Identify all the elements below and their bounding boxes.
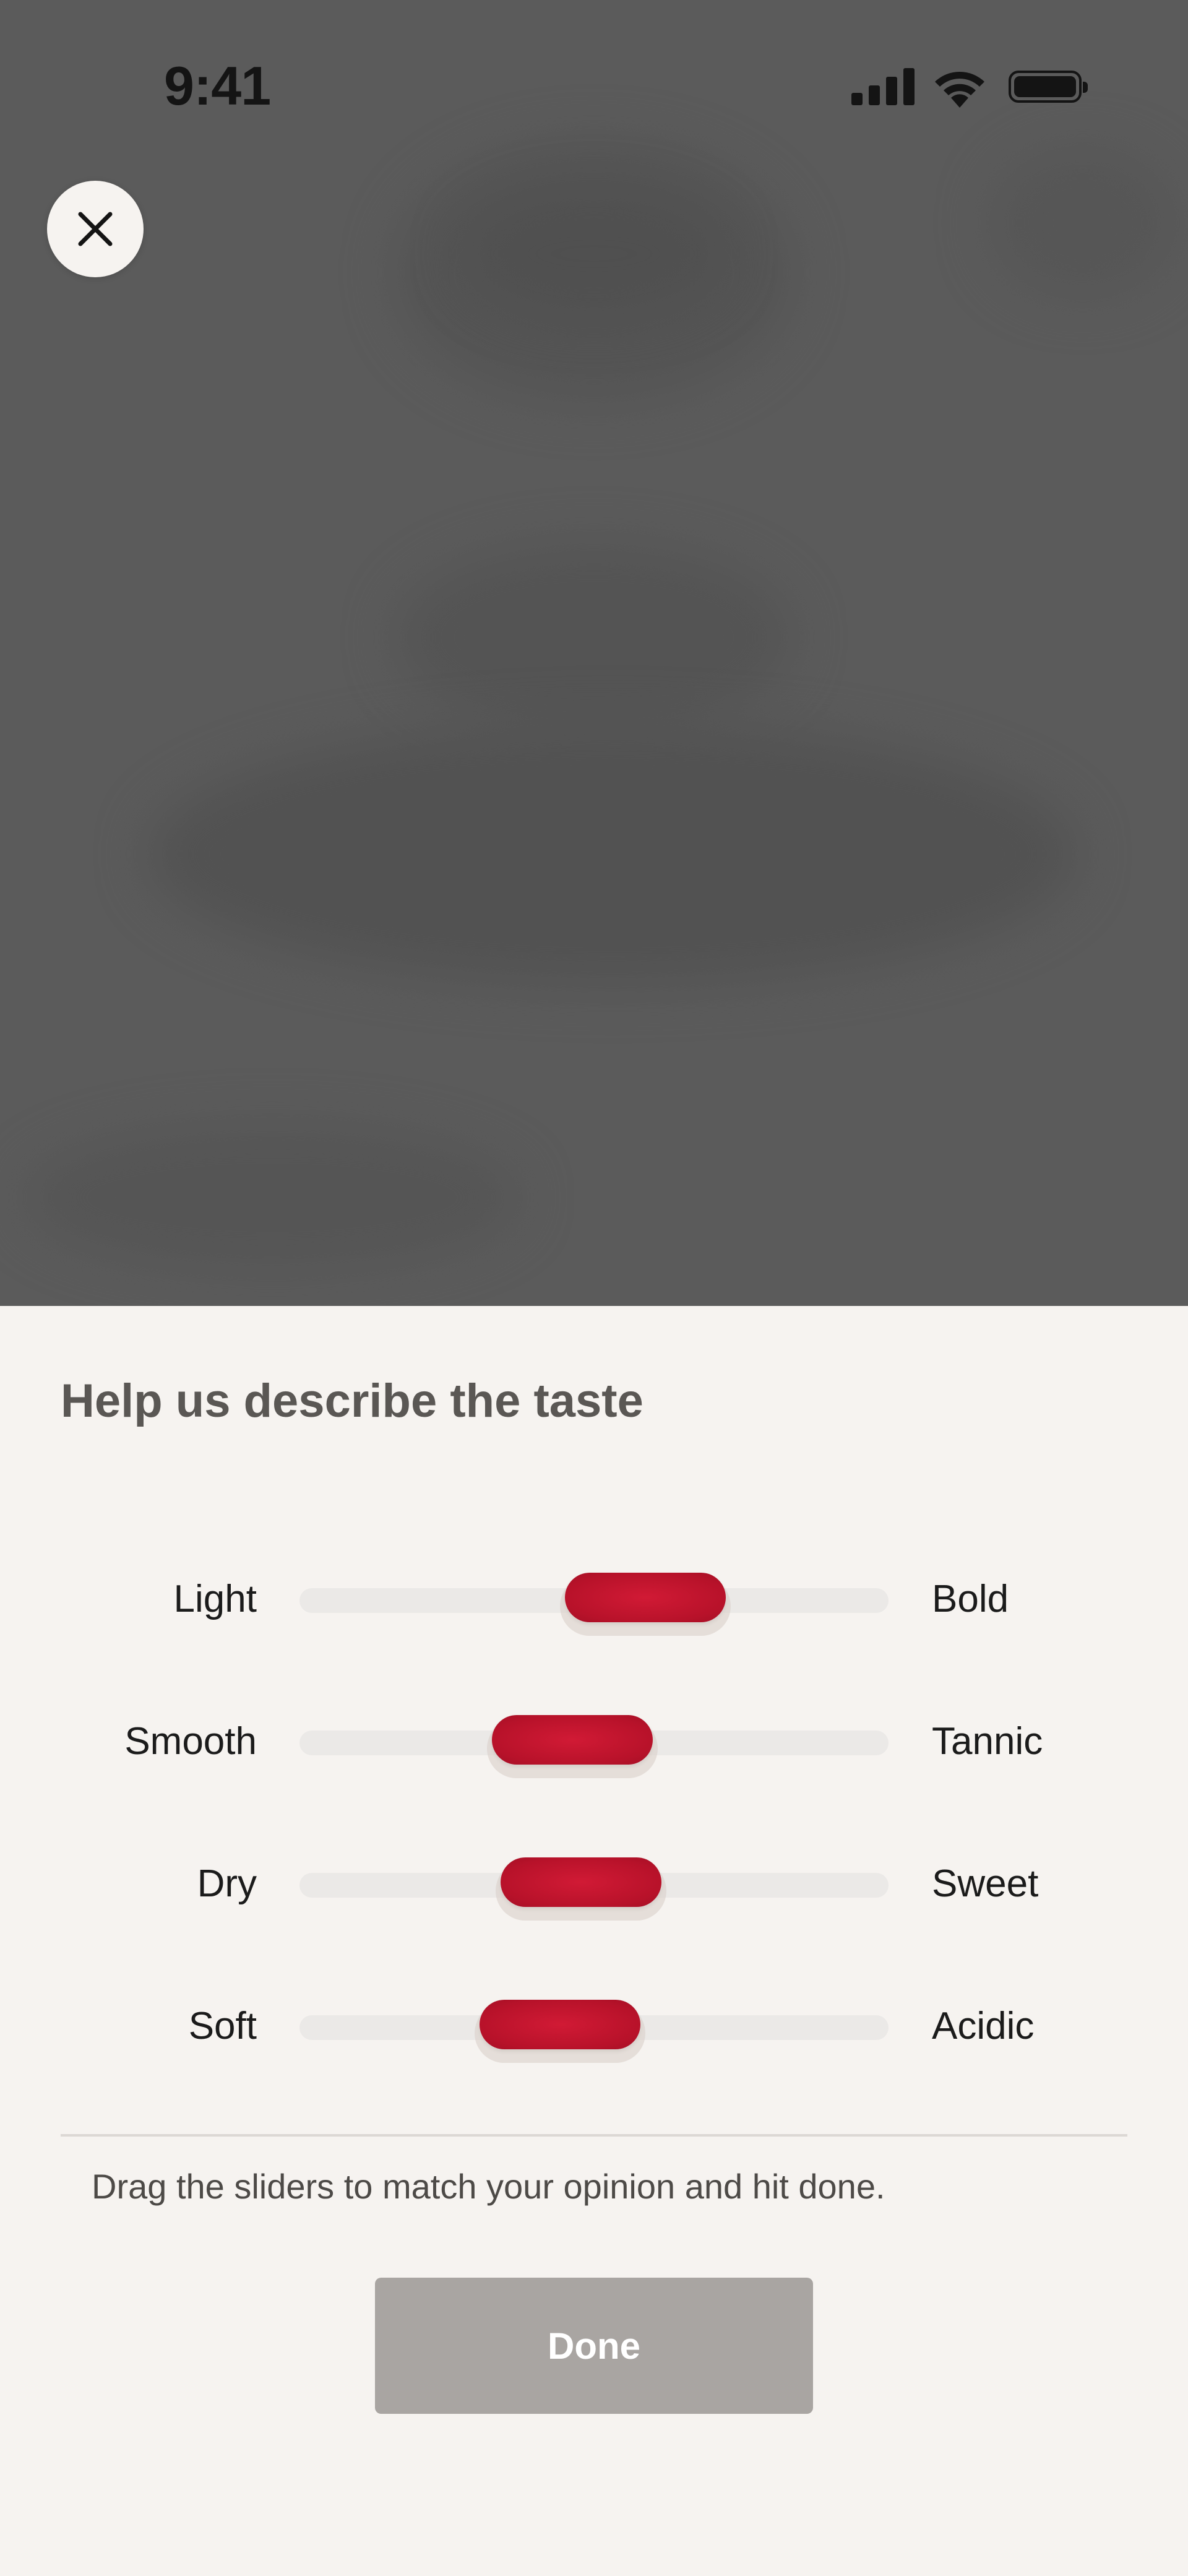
slider-track[interactable] (299, 1857, 889, 1907)
dimmed-backdrop: 9:41 (0, 0, 1188, 1306)
slider-left-label: Soft (188, 2005, 257, 2047)
slider-left-label: Dry (197, 1862, 257, 1905)
battery-icon (1009, 71, 1088, 103)
background-shape (25, 1126, 520, 1269)
slider-thumb[interactable] (492, 1715, 653, 1765)
wifi-icon (935, 72, 984, 108)
done-button[interactable]: Done (375, 2278, 813, 2414)
background-shape (396, 545, 792, 730)
slider-row-light-bold: Light Bold (0, 1552, 1188, 1639)
slider-row-soft-acidic: Soft Acidic (0, 1979, 1188, 2066)
slider-right-label: Tannic (932, 1720, 1043, 1763)
background-shape (990, 149, 1176, 297)
background-shape (148, 724, 1077, 984)
slider-row-dry-sweet: Dry Sweet (0, 1837, 1188, 1924)
slider-thumb[interactable] (479, 2000, 640, 2049)
background-shape (464, 192, 724, 316)
sheet-title: Help us describe the taste (61, 1375, 644, 1427)
slider-thumb[interactable] (501, 1857, 662, 1907)
slider-right-label: Bold (932, 1578, 1009, 1620)
slider-track[interactable] (299, 1573, 889, 1622)
slider-track[interactable] (299, 1715, 889, 1765)
close-button[interactable] (47, 181, 144, 277)
slider-track[interactable] (299, 2000, 889, 2049)
divider (61, 2134, 1127, 2137)
slider-row-smooth-tannic: Smooth Tannic (0, 1695, 1188, 1781)
slider-right-label: Sweet (932, 1862, 1039, 1905)
slider-right-label: Acidic (932, 2005, 1035, 2047)
slider-thumb[interactable] (565, 1573, 726, 1622)
status-time: 9:41 (164, 55, 271, 116)
close-icon (78, 212, 113, 246)
slider-left-label: Light (173, 1578, 257, 1620)
taste-sheet: Help us describe the taste Light Bold Sm… (0, 1306, 1188, 2576)
slider-left-label: Smooth (124, 1720, 257, 1763)
status-icons (848, 62, 1089, 111)
instruction-text: Drag the sliders to match your opinion a… (92, 2167, 885, 2206)
